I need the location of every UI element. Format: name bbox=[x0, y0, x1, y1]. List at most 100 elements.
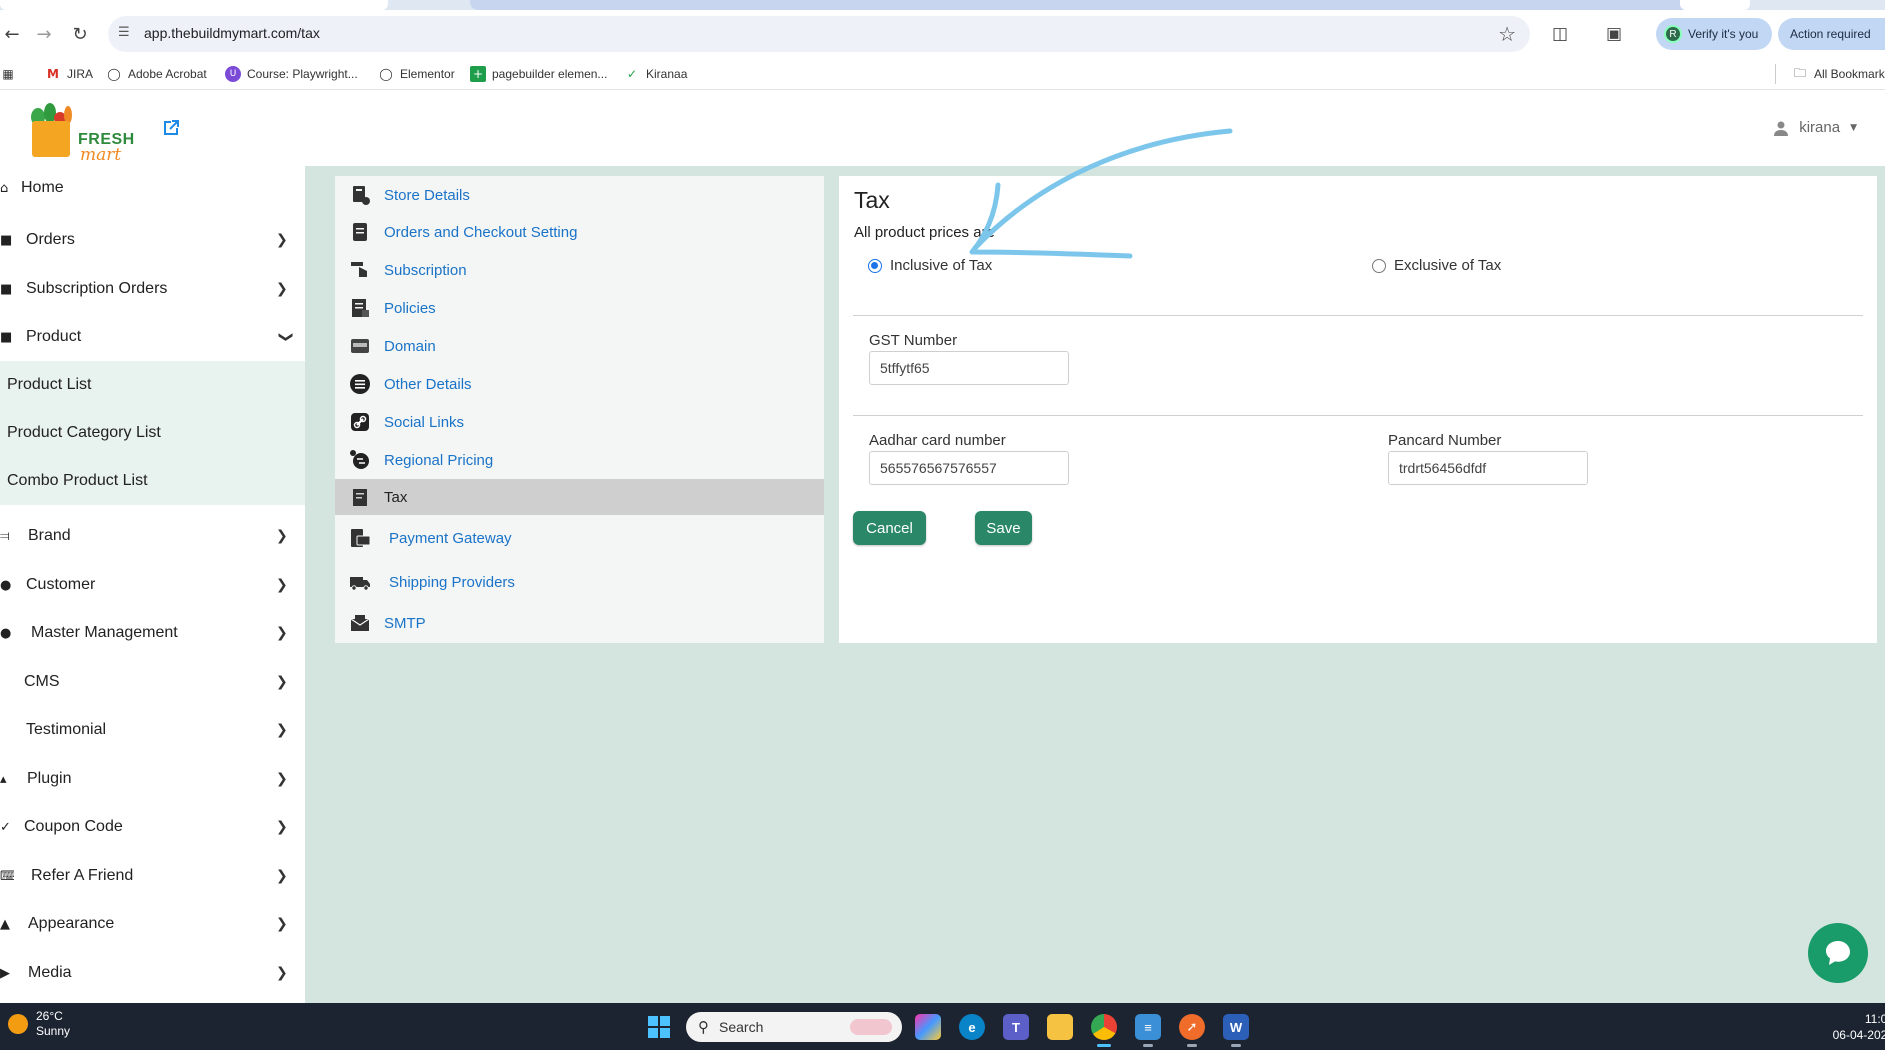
all-bookmarks-button[interactable]: 🗀 All Bookmarks bbox=[1792, 66, 1885, 82]
sidebar-item-plugin[interactable]: ▴ Plugin ❯ bbox=[0, 759, 305, 799]
browser-tab-inactive-2[interactable] bbox=[1680, 0, 1750, 10]
inclusive-tax-option[interactable]: Inclusive of Tax bbox=[868, 257, 992, 274]
extensions-icon[interactable]: ◫ bbox=[1548, 22, 1572, 46]
sidebar-subitem-product-list[interactable]: Product List bbox=[0, 361, 305, 409]
settings-item-store-details[interactable]: Store Details bbox=[335, 177, 824, 213]
copilot-icon[interactable] bbox=[915, 1014, 941, 1040]
play-icon: ▶ bbox=[0, 966, 10, 980]
address-url[interactable]: app.thebuildmymart.com/tax bbox=[144, 25, 320, 41]
save-button[interactable]: Save bbox=[975, 511, 1032, 545]
sidebar-subitem-label: Combo Product List bbox=[7, 472, 148, 489]
sidebar-item-label: Master Management bbox=[31, 624, 178, 641]
sidebar-item-testimonial[interactable]: Testimonial ❯ bbox=[0, 710, 305, 750]
globe-icon bbox=[350, 450, 369, 469]
action-required-label: Action required bbox=[1790, 27, 1871, 41]
browser-tab-inactive[interactable] bbox=[470, 0, 1750, 10]
bookmark-adobe-acrobat[interactable]: ◯ Adobe Acrobat bbox=[106, 66, 206, 82]
teams-icon[interactable]: T bbox=[1003, 1014, 1029, 1040]
forward-icon[interactable]: → bbox=[32, 22, 56, 46]
sidebar-item-brand[interactable]: ⫤ Brand ❯ bbox=[0, 516, 305, 556]
browser-tab-active[interactable] bbox=[0, 0, 388, 10]
settings-item-label: Store Details bbox=[384, 186, 470, 204]
bookmark-star-icon[interactable]: ☆ bbox=[1498, 22, 1516, 46]
settings-item-social-links[interactable]: Social Links bbox=[335, 404, 824, 440]
address-bar[interactable]: ☰ app.thebuildmymart.com/tax ☆ bbox=[108, 16, 1530, 52]
bookmark-elementor[interactable]: ◯ Elementor bbox=[378, 66, 454, 82]
chevron-right-icon: ❯ bbox=[276, 674, 288, 690]
reload-icon[interactable]: ↻ bbox=[68, 22, 92, 46]
sidebar-subitem-product-category-list[interactable]: Product Category List bbox=[0, 409, 305, 457]
settings-item-label: Other Details bbox=[384, 375, 472, 393]
sidebar-item-master-management[interactable]: ● Master Management ❯ bbox=[0, 613, 305, 653]
cancel-button[interactable]: Cancel bbox=[853, 511, 926, 545]
notepad-icon[interactable]: ≡ bbox=[1135, 1014, 1161, 1047]
user-menu[interactable]: kirana ▼ bbox=[1773, 119, 1857, 136]
sidebar-item-customer[interactable]: ● Customer ❯ bbox=[0, 565, 305, 605]
profile-avatar-icon: R bbox=[1664, 25, 1682, 43]
settings-item-shipping-providers[interactable]: Shipping Providers bbox=[335, 564, 824, 600]
sidebar-subitem-label: Product Category List bbox=[7, 424, 161, 441]
settings-item-orders-checkout[interactable]: Orders and Checkout Setting bbox=[335, 214, 824, 250]
freshmart-logo[interactable]: FRESH mart bbox=[22, 99, 134, 165]
settings-item-policies[interactable]: Policies bbox=[335, 290, 824, 326]
bookmarks-bar: ▦ M JIRA ◯ Adobe Acrobat U Course: Playw… bbox=[0, 58, 1885, 90]
taskbar-search[interactable]: ⚲ Search bbox=[686, 1012, 902, 1042]
settings-menu: Store Details Orders and Checkout Settin… bbox=[335, 176, 824, 643]
bookmark-label: JIRA bbox=[67, 67, 94, 81]
sidebar-item-appearance[interactable]: ▲ Appearance ❯ bbox=[0, 904, 305, 944]
sidebar-subitem-combo-product-list[interactable]: Combo Product List bbox=[0, 457, 305, 505]
bookmark-pagebuilder[interactable]: + pagebuilder elemen... bbox=[470, 66, 607, 82]
bookmark-jira[interactable]: M JIRA bbox=[45, 66, 93, 82]
settings-item-regional-pricing[interactable]: Regional Pricing bbox=[335, 442, 824, 478]
settings-item-label: Shipping Providers bbox=[389, 573, 515, 591]
settings-item-label: Social Links bbox=[384, 413, 465, 431]
sidebar-item-subscription-orders[interactable]: ■ Subscription Orders ❯ bbox=[0, 269, 305, 309]
sidebar-item-cms[interactable]: CMS ❯ bbox=[0, 662, 305, 702]
share-icon: ⫤ bbox=[0, 529, 10, 543]
postman-icon[interactable]: ➚ bbox=[1179, 1014, 1205, 1047]
users-gear-icon: ● bbox=[0, 626, 12, 640]
word-icon[interactable]: W bbox=[1223, 1014, 1249, 1047]
back-icon[interactable]: ← bbox=[0, 22, 24, 46]
exclusive-tax-radio[interactable] bbox=[1372, 258, 1386, 273]
chat-icon bbox=[1826, 941, 1850, 965]
aadhar-number-input[interactable] bbox=[869, 451, 1069, 485]
settings-item-label: SMTP bbox=[384, 614, 426, 632]
settings-item-tax[interactable]: Tax bbox=[335, 479, 824, 515]
sidebar-item-coupon-code[interactable]: ✓ Coupon Code ❯ bbox=[0, 807, 305, 847]
external-link-icon[interactable] bbox=[162, 119, 180, 137]
settings-item-subscription[interactable]: Subscription bbox=[335, 252, 824, 288]
settings-item-smtp[interactable]: SMTP bbox=[335, 605, 824, 641]
chevron-down-icon: ❯ bbox=[277, 331, 294, 343]
weather-widget[interactable]: 26°C Sunny bbox=[8, 1009, 70, 1039]
settings-item-other-details[interactable]: Other Details bbox=[335, 366, 824, 402]
action-required-button[interactable]: Action required bbox=[1778, 18, 1885, 50]
settings-item-label: Regional Pricing bbox=[384, 451, 494, 469]
sidebar-item-refer-a-friend[interactable]: ⌨ Refer A Friend ❯ bbox=[0, 856, 305, 896]
chat-widget-button[interactable] bbox=[1808, 923, 1868, 983]
chrome-icon[interactable] bbox=[1091, 1014, 1117, 1047]
sidebar-item-label: Product bbox=[26, 328, 82, 345]
sidebar-item-orders[interactable]: ■ Orders ❯ bbox=[0, 220, 305, 260]
sidebar-item-media[interactable]: ▶ Media ❯ bbox=[0, 953, 305, 993]
sidebar-item-label: Coupon Code bbox=[24, 818, 123, 835]
bookmark-course-playwright[interactable]: U Course: Playwright... bbox=[225, 66, 358, 82]
windows-start-icon[interactable] bbox=[647, 1015, 671, 1039]
bookmark-kiranaa[interactable]: ✓ Kiranaa bbox=[624, 66, 687, 82]
verify-identity-button[interactable]: R Verify it's you bbox=[1656, 18, 1772, 50]
edge-icon[interactable]: e bbox=[959, 1014, 985, 1040]
inclusive-tax-radio[interactable] bbox=[868, 258, 882, 273]
file-explorer-icon[interactable] bbox=[1047, 1014, 1073, 1040]
site-settings-icon[interactable]: ☰ bbox=[118, 25, 136, 43]
exclusive-tax-option[interactable]: Exclusive of Tax bbox=[1372, 257, 1501, 274]
apps-grid-icon[interactable]: ▦ bbox=[0, 66, 16, 82]
gst-number-input[interactable] bbox=[869, 351, 1069, 385]
cast-icon[interactable]: ▣ bbox=[1602, 22, 1626, 46]
settings-item-payment-gateway[interactable]: Payment Gateway bbox=[335, 520, 824, 556]
settings-item-domain[interactable]: Domain bbox=[335, 328, 824, 364]
pancard-number-input[interactable] bbox=[1388, 451, 1588, 485]
system-clock[interactable]: 11:05 06-04-2026 bbox=[1824, 1011, 1885, 1043]
sidebar-item-product[interactable]: ■ Product ❯ bbox=[0, 317, 305, 357]
chevron-right-icon: ❯ bbox=[276, 232, 288, 248]
sidebar-item-home[interactable]: ⌂ Home bbox=[0, 168, 305, 208]
